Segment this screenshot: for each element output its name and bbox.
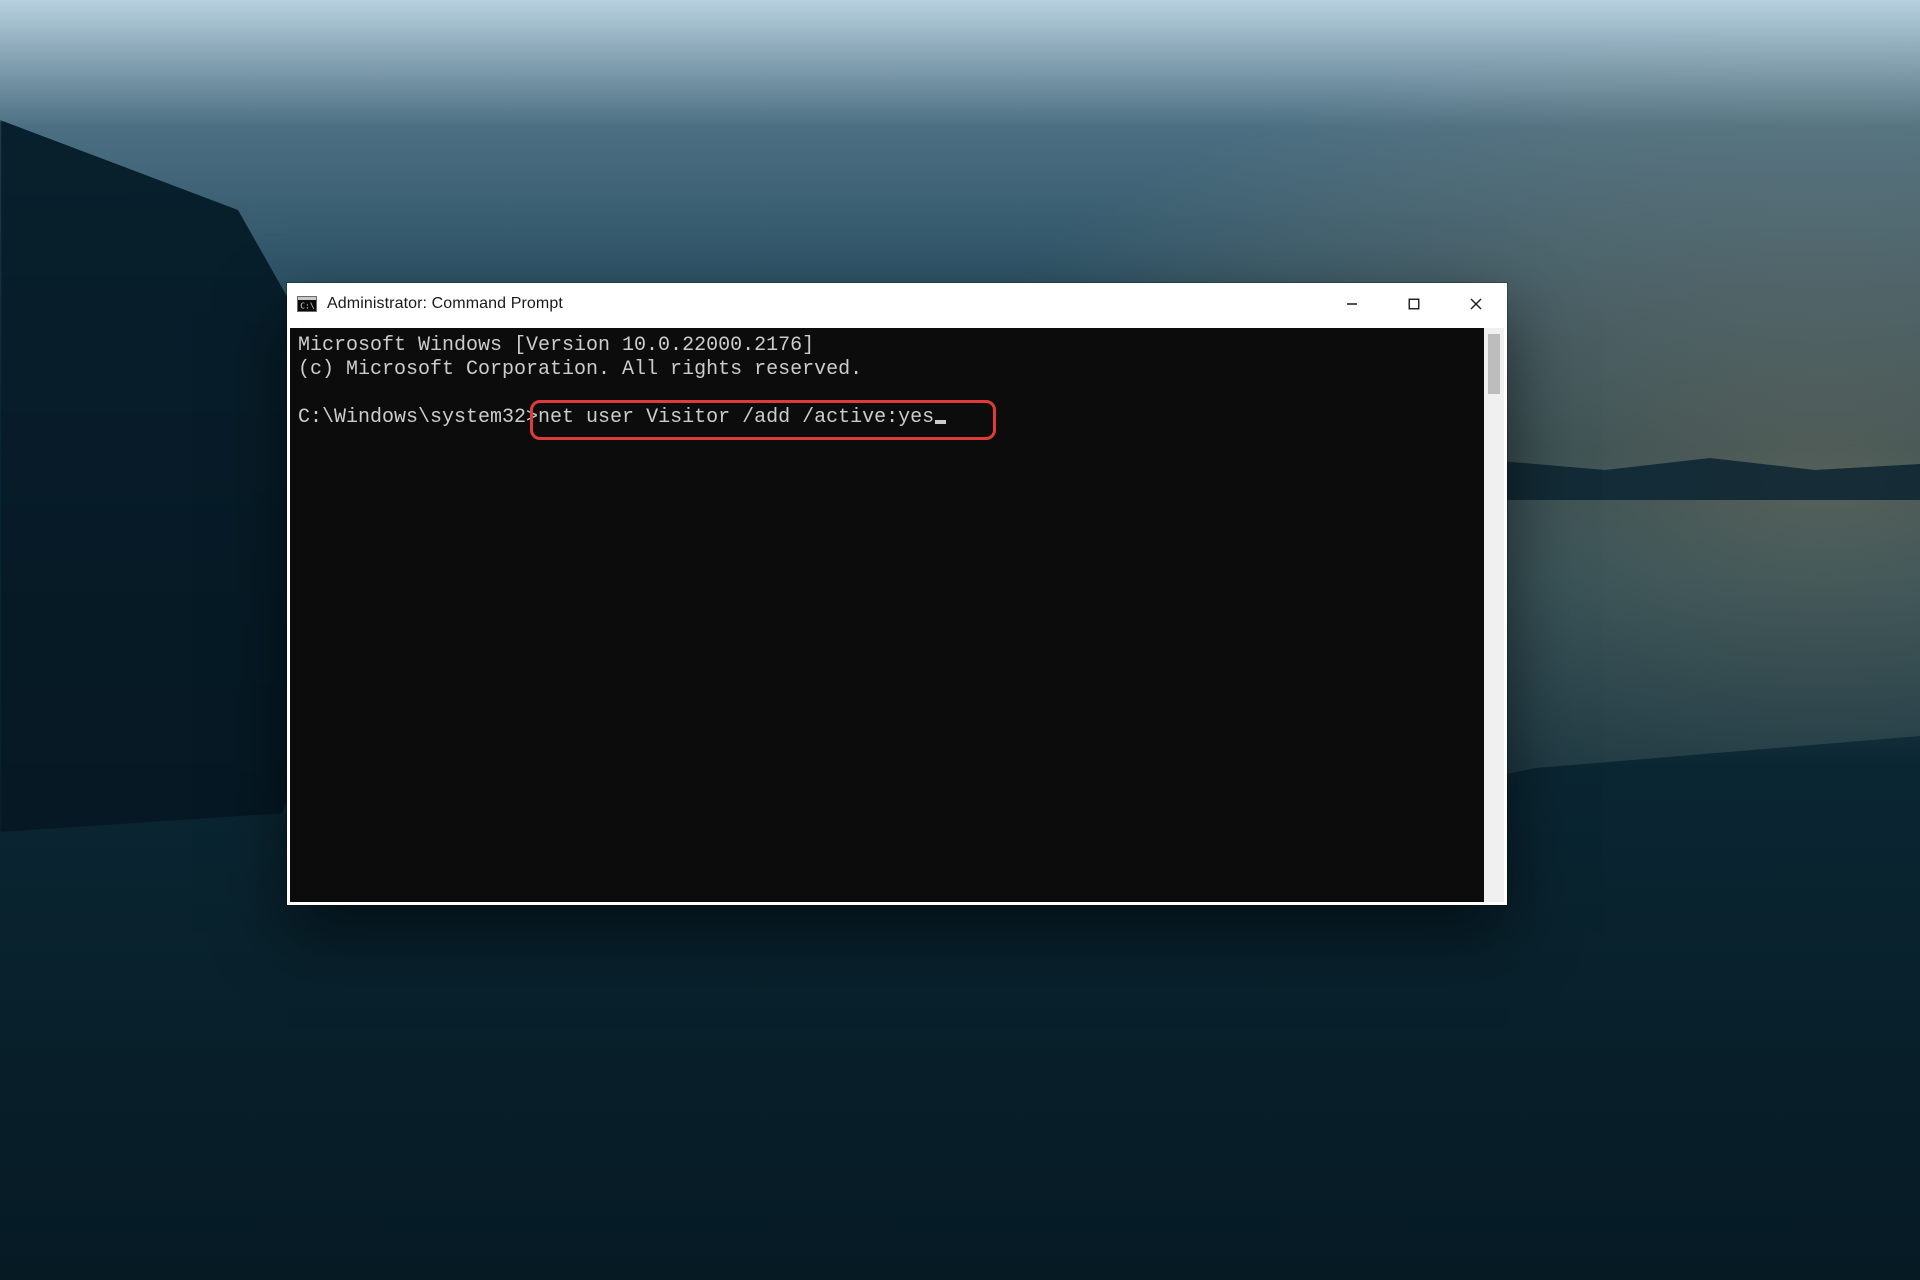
cmd-window: C:\ Administrator: Command Prompt: [287, 283, 1507, 905]
maximize-icon: [1408, 298, 1420, 310]
client-area: Microsoft Windows [Version 10.0.22000.21…: [287, 325, 1507, 905]
terminal-cursor: [935, 420, 946, 424]
close-button[interactable]: [1445, 283, 1507, 325]
terminal-command: net user Visitor /add /active:yes: [538, 406, 934, 429]
window-title: Administrator: Command Prompt: [327, 295, 563, 313]
terminal-prompt-line: C:\Windows\system32> net user Visitor /a…: [298, 406, 1476, 430]
close-icon: [1470, 298, 1482, 310]
svg-text:C:\: C:\: [300, 302, 315, 311]
terminal[interactable]: Microsoft Windows [Version 10.0.22000.21…: [290, 328, 1484, 902]
maximize-button[interactable]: [1383, 283, 1445, 325]
terminal-prompt: C:\Windows\system32>: [298, 406, 538, 430]
terminal-command-wrap: net user Visitor /add /active:yes: [538, 406, 946, 430]
window-controls: [1321, 283, 1507, 325]
terminal-blank-line: [298, 382, 1476, 406]
terminal-line-version: Microsoft Windows [Version 10.0.22000.21…: [298, 334, 1476, 358]
scrollbar-thumb[interactable]: [1488, 334, 1500, 394]
terminal-line-copyright: (c) Microsoft Corporation. All rights re…: [298, 358, 1476, 382]
minimize-button[interactable]: [1321, 283, 1383, 325]
cmd-icon: C:\: [297, 296, 317, 312]
minimize-icon: [1346, 298, 1358, 310]
titlebar[interactable]: C:\ Administrator: Command Prompt: [287, 283, 1507, 325]
vertical-scrollbar[interactable]: [1484, 328, 1504, 902]
